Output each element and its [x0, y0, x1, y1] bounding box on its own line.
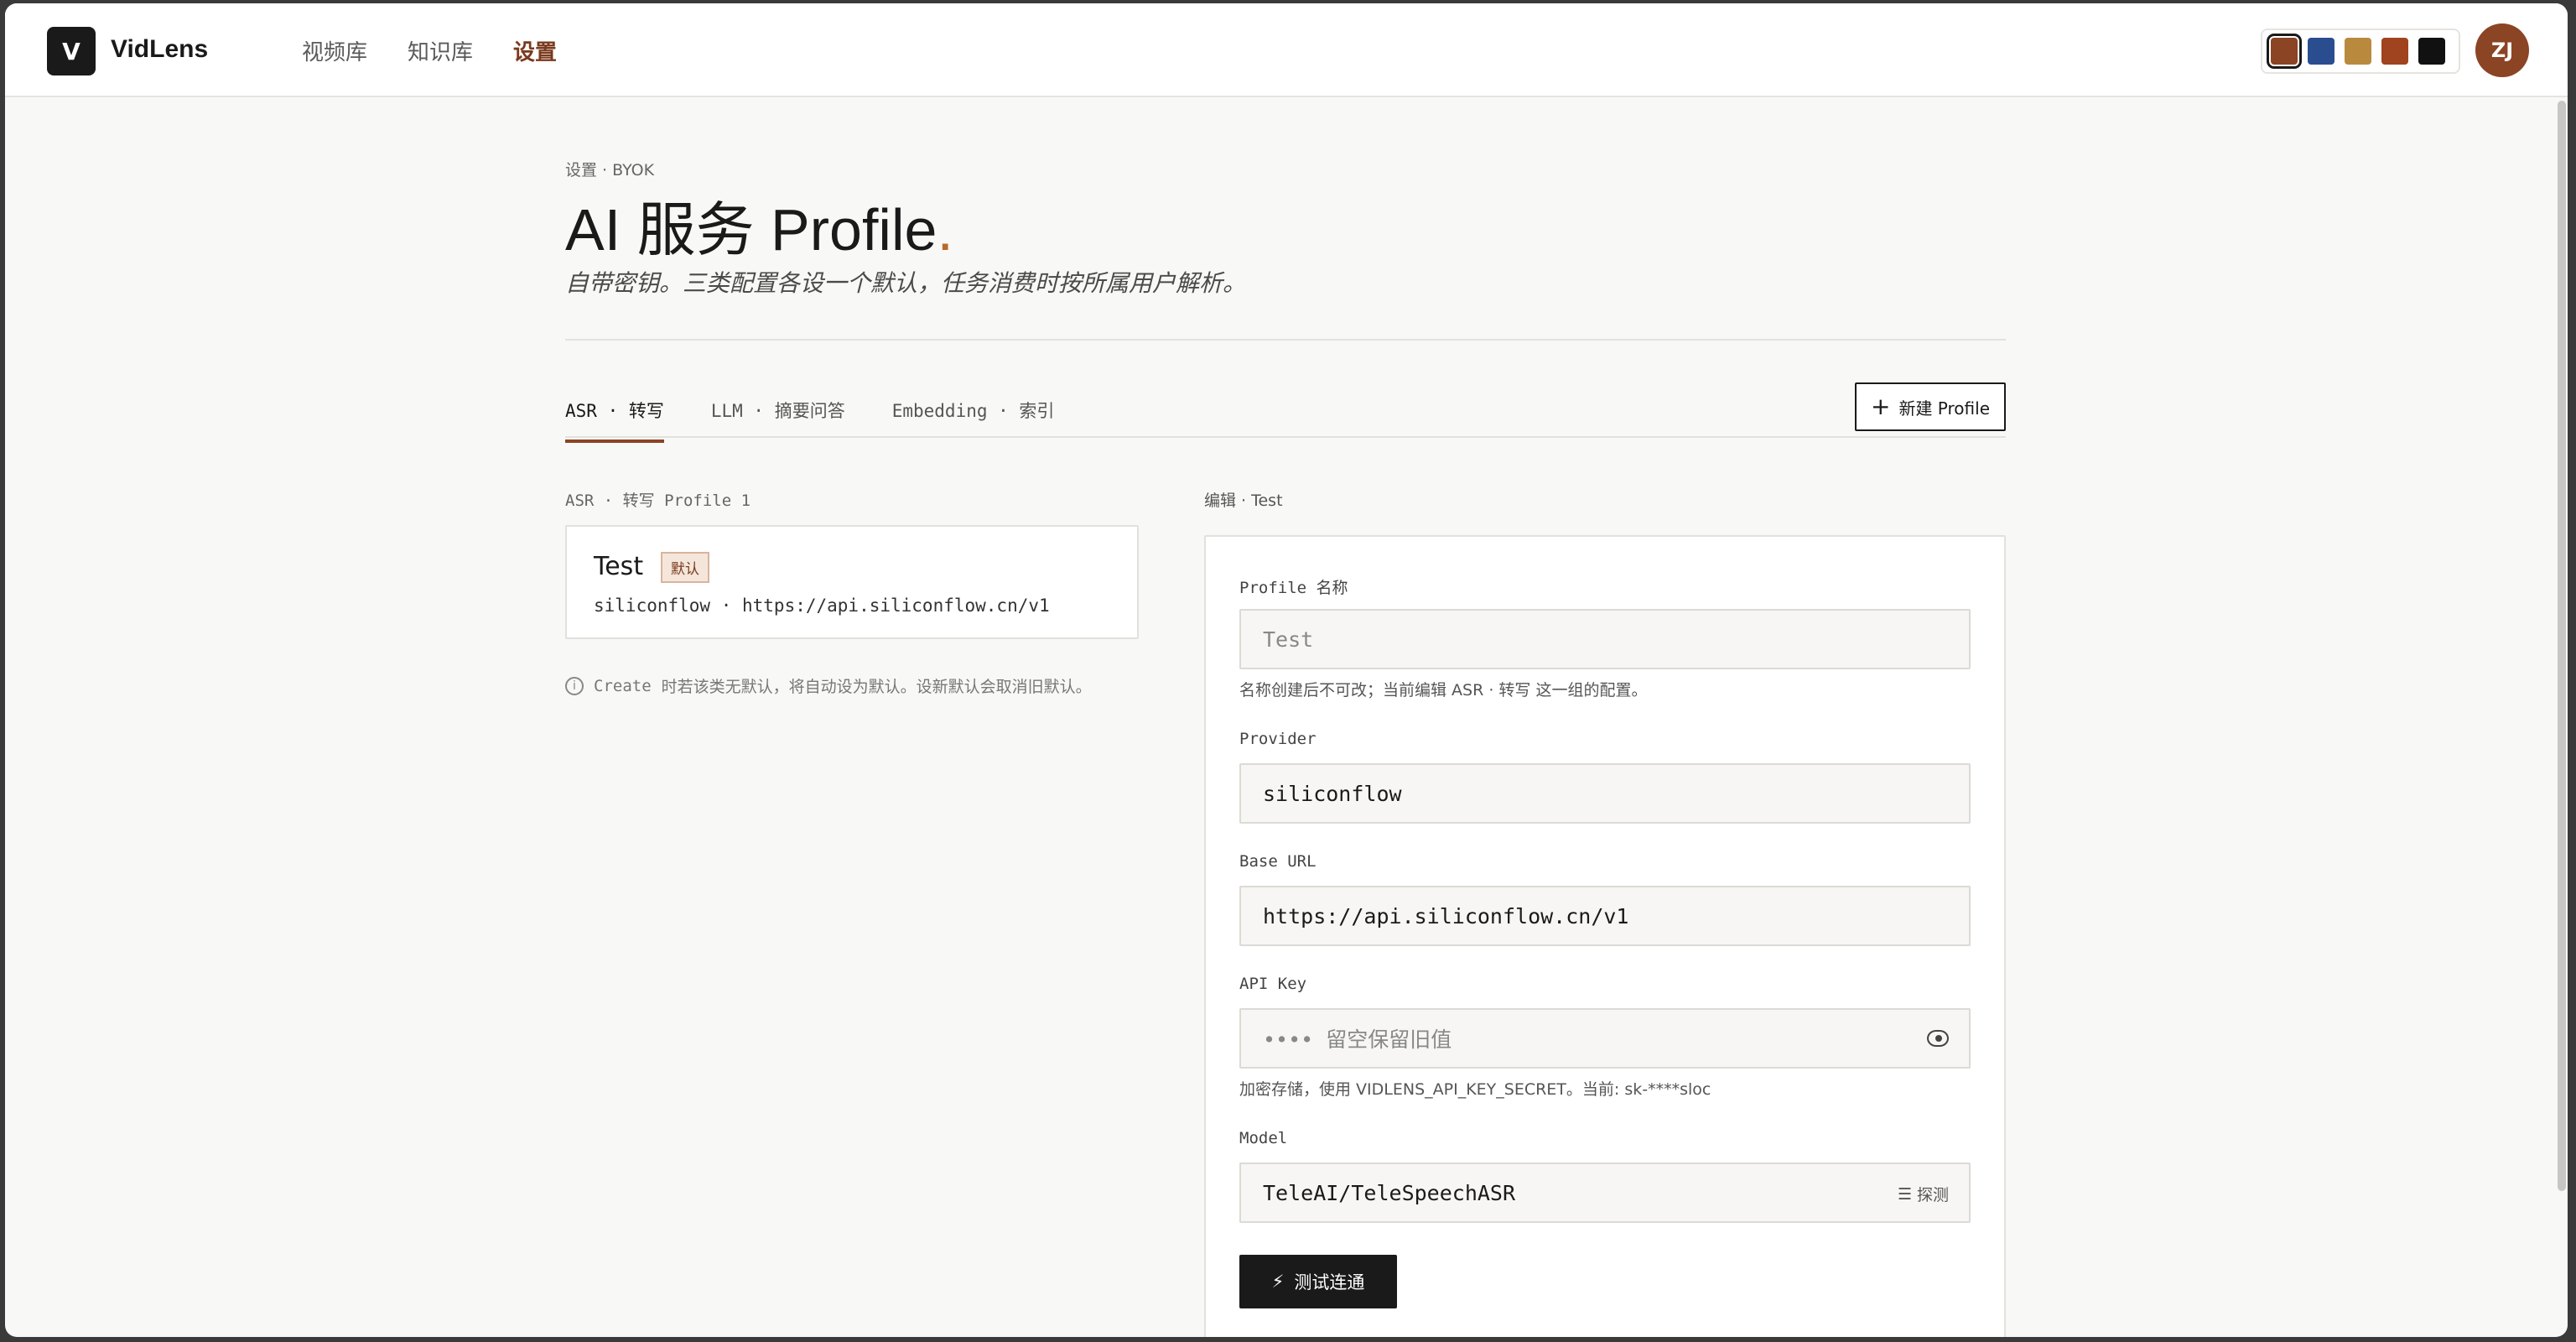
page-subtitle: 自带密钥。三类配置各设一个默认，任务消费时按所属用户解析。 [565, 269, 1247, 297]
main-nav: 视频库 知识库 设置 [302, 35, 557, 66]
theme-swatch-blue[interactable] [2308, 38, 2334, 65]
new-profile-button[interactable]: + 新建 Profile [1855, 382, 2006, 431]
info-icon: i [565, 676, 584, 695]
eye-icon[interactable] [1927, 1030, 1949, 1047]
test-connection-label: 测试连通 [1294, 1272, 1365, 1293]
logo-icon[interactable]: V [47, 27, 96, 75]
probe-models-button[interactable]: ☰ 探测 [1898, 1183, 1949, 1205]
profile-card-subtitle: siliconflow · https://api.siliconflow.cn… [594, 596, 1050, 616]
note-text: 时若该类无默认，将自动设为默认。设新默认会取消旧默认。 [661, 678, 1092, 696]
api-key-placeholder: •••• 留空保留旧值 [1263, 1027, 1452, 1052]
profile-card[interactable]: Test 默认 siliconflow · https://api.silico… [565, 525, 1139, 639]
default-badge: 默认 [661, 552, 709, 583]
test-connection-button[interactable]: ⚡ 测试连通 [1239, 1255, 1397, 1308]
new-profile-label: 新建 Profile [1898, 398, 1990, 419]
nav-item-settings[interactable]: 设置 [513, 35, 557, 66]
plus-icon: + [1870, 393, 1891, 420]
breadcrumb: 设置 · BYOK [565, 161, 655, 179]
profile-name-field[interactable]: Test [1239, 609, 1971, 669]
top-nav-bar: V VidLens 视频库 知识库 设置 ZJ [5, 3, 2568, 97]
probe-label: 探测 [1916, 1186, 1949, 1204]
plug-icon: ⚡ [1271, 1272, 1285, 1292]
api-key-label: API Key [1239, 975, 1307, 993]
header-divider [565, 339, 2006, 341]
page-title: AI 服务 Profile. [565, 183, 953, 268]
provider-label: Provider [1239, 730, 1317, 748]
editor-heading: 编辑 · Test [1204, 492, 1283, 510]
profile-name-hint: 名称创建后不可改；当前编辑 ASR · 转写 这一组的配置。 [1239, 681, 1648, 700]
profile-name-label: Profile 名称 [1239, 579, 1348, 597]
base-url-field[interactable]: https://api.siliconflow.cn/v1 [1239, 886, 1971, 946]
model-field[interactable]: TeleAI/TeleSpeechASR ☰ 探测 [1239, 1163, 1971, 1223]
theme-swatch-brown[interactable] [2267, 34, 2302, 69]
tabs-divider [565, 436, 2006, 438]
model-value: TeleAI/TeleSpeechASR [1263, 1180, 1516, 1205]
page-scrollbar[interactable] [2558, 101, 2566, 1191]
nav-item-knowledge-base[interactable]: 知识库 [408, 35, 473, 66]
title-accent-dot: . [937, 197, 953, 263]
note-prefix: Create [594, 676, 652, 695]
app-window: V VidLens 视频库 知识库 设置 ZJ 设置 · BYOK AI 服务 … [5, 3, 2568, 1337]
theme-swatch-black[interactable] [2418, 38, 2445, 65]
profile-editor-panel: Profile 名称 Test 名称创建后不可改；当前编辑 ASR · 转写 这… [1204, 535, 2006, 1337]
theme-swatch-picker [2261, 29, 2460, 74]
brand-name[interactable]: VidLens [111, 35, 208, 64]
api-key-hint: 加密存储，使用 VIDLENS_API_KEY_SECRET。当前: sk-**… [1239, 1080, 1711, 1099]
profile-list-heading: ASR · 转写 Profile 1 [565, 492, 751, 510]
nav-item-video-library[interactable]: 视频库 [302, 35, 367, 66]
list-icon: ☰ [1897, 1184, 1912, 1204]
model-label: Model [1239, 1129, 1288, 1147]
theme-swatch-rust[interactable] [2381, 38, 2408, 65]
theme-swatch-gold[interactable] [2345, 38, 2371, 65]
api-key-field[interactable]: •••• 留空保留旧值 [1239, 1008, 1971, 1069]
base-url-label: Base URL [1239, 852, 1317, 871]
profile-card-name: Test [594, 552, 644, 581]
default-note: i Create 时若该类无默认，将自动设为默认。设新默认会取消旧默认。 [565, 674, 1092, 697]
page-title-text: AI 服务 Profile [565, 197, 937, 263]
user-avatar[interactable]: ZJ [2475, 23, 2529, 77]
provider-field[interactable]: siliconflow [1239, 763, 1971, 824]
